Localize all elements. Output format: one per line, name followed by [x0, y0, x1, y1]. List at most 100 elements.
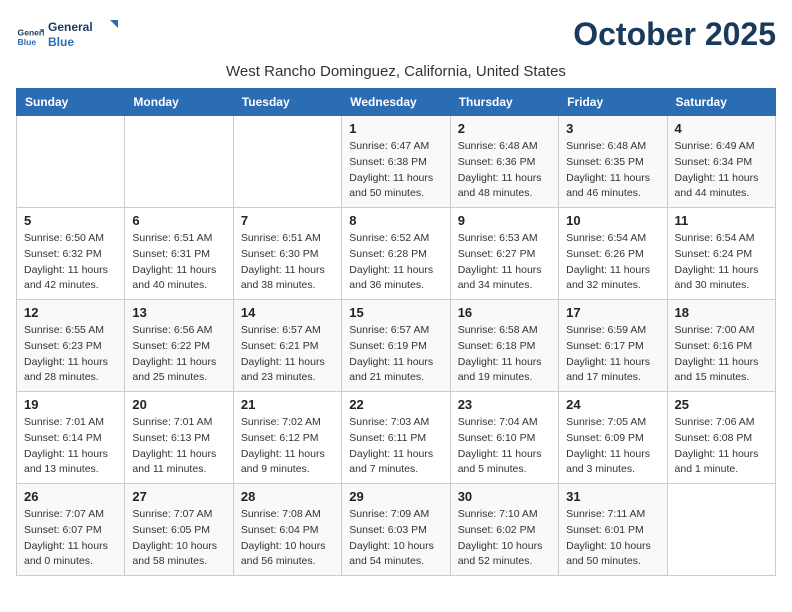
day-info: Sunrise: 7:04 AMSunset: 6:10 PMDaylight:…	[458, 415, 551, 478]
day-info: Sunrise: 7:03 AMSunset: 6:11 PMDaylight:…	[349, 415, 442, 478]
header-sunday: Sunday	[17, 89, 125, 116]
day-number: 18	[675, 305, 768, 320]
day-number: 24	[566, 397, 659, 412]
day-info: Sunrise: 7:01 AMSunset: 6:14 PMDaylight:…	[24, 415, 117, 478]
day-info: Sunrise: 6:48 AMSunset: 6:35 PMDaylight:…	[566, 139, 659, 202]
calendar-cell	[17, 116, 125, 208]
day-info: Sunrise: 6:58 AMSunset: 6:18 PMDaylight:…	[458, 323, 551, 386]
header-thursday: Thursday	[450, 89, 558, 116]
day-number: 6	[132, 213, 225, 228]
day-number: 11	[675, 213, 768, 228]
calendar-week-3: 12 Sunrise: 6:55 AMSunset: 6:23 PMDayligh…	[17, 300, 776, 392]
day-info: Sunrise: 6:57 AMSunset: 6:19 PMDaylight:…	[349, 323, 442, 386]
day-info: Sunrise: 7:01 AMSunset: 6:13 PMDaylight:…	[132, 415, 225, 478]
calendar-cell: 7Sunrise: 6:51 AMSunset: 6:30 PMDaylight…	[233, 208, 341, 300]
calendar-week-1: 1Sunrise: 6:47 AMSunset: 6:38 PMDaylight…	[17, 116, 776, 208]
calendar-cell: 9 Sunrise: 6:53 AMSunset: 6:27 PMDaylight…	[450, 208, 558, 300]
header-row: Sunday Monday Tuesday Wednesday Thursday…	[17, 89, 776, 116]
calendar-cell: 16Sunrise: 6:58 AMSunset: 6:18 PMDayligh…	[450, 300, 558, 392]
calendar-cell: 6 Sunrise: 6:51 AMSunset: 6:31 PMDaylight…	[125, 208, 233, 300]
day-info: Sunrise: 7:08 AMSunset: 6:04 PMDaylight:…	[241, 507, 334, 570]
day-info: Sunrise: 7:06 AMSunset: 6:08 PMDaylight:…	[675, 415, 768, 478]
day-info: Sunrise: 6:53 AMSunset: 6:27 PMDaylight:…	[458, 231, 551, 294]
header-tuesday: Tuesday	[233, 89, 341, 116]
day-number: 28	[241, 489, 334, 504]
calendar-table: Sunday Monday Tuesday Wednesday Thursday…	[16, 88, 776, 576]
calendar-cell: 21 Sunrise: 7:02 AMSunset: 6:12 PMDayligh…	[233, 392, 341, 484]
calendar-cell: 12 Sunrise: 6:55 AMSunset: 6:23 PMDayligh…	[17, 300, 125, 392]
calendar-cell: 2 Sunrise: 6:48 AMSunset: 6:36 PMDaylight…	[450, 116, 558, 208]
calendar-cell: 26 Sunrise: 7:07 AMSunset: 6:07 PMDayligh…	[17, 484, 125, 576]
header-monday: Monday	[125, 89, 233, 116]
subtitle: West Rancho Dominguez, California, Unite…	[16, 63, 776, 80]
day-info: Sunrise: 7:02 AMSunset: 6:12 PMDaylight:…	[241, 415, 334, 478]
day-info: Sunrise: 6:59 AMSunset: 6:17 PMDaylight:…	[566, 323, 659, 386]
calendar-cell: 20 Sunrise: 7:01 AMSunset: 6:13 PMDayligh…	[125, 392, 233, 484]
day-number: 14	[241, 305, 334, 320]
day-info: Sunrise: 6:54 AMSunset: 6:26 PMDaylight:…	[566, 231, 659, 294]
calendar-cell: 28 Sunrise: 7:08 AMSunset: 6:04 PMDayligh…	[233, 484, 341, 576]
day-info: Sunrise: 6:47 AMSunset: 6:38 PMDaylight:…	[349, 139, 442, 202]
day-info: Sunrise: 6:48 AMSunset: 6:36 PMDaylight:…	[458, 139, 551, 202]
calendar-cell	[125, 116, 233, 208]
calendar-cell: 29 Sunrise: 7:09 AMSunset: 6:03 PMDayligh…	[342, 484, 450, 576]
day-info: Sunrise: 6:55 AMSunset: 6:23 PMDaylight:…	[24, 323, 117, 386]
day-info: Sunrise: 7:05 AMSunset: 6:09 PMDaylight:…	[566, 415, 659, 478]
day-number: 12	[24, 305, 117, 320]
calendar-week-4: 19Sunrise: 7:01 AMSunset: 6:14 PMDayligh…	[17, 392, 776, 484]
header-saturday: Saturday	[667, 89, 775, 116]
day-number: 20	[132, 397, 225, 412]
logo-svg: General Blue	[48, 16, 118, 52]
month-title: October 2025	[573, 16, 776, 53]
day-number: 8	[349, 213, 442, 228]
day-number: 26	[24, 489, 117, 504]
svg-text:General: General	[18, 27, 44, 37]
day-info: Sunrise: 6:56 AMSunset: 6:22 PMDaylight:…	[132, 323, 225, 386]
day-info: Sunrise: 6:54 AMSunset: 6:24 PMDaylight:…	[675, 231, 768, 294]
day-number: 30	[458, 489, 551, 504]
header-friday: Friday	[559, 89, 667, 116]
day-number: 13	[132, 305, 225, 320]
logo: General Blue General Blue	[16, 16, 118, 57]
day-number: 15	[349, 305, 442, 320]
day-number: 27	[132, 489, 225, 504]
day-number: 2	[458, 121, 551, 136]
calendar-cell: 19Sunrise: 7:01 AMSunset: 6:14 PMDayligh…	[17, 392, 125, 484]
calendar-cell: 27 Sunrise: 7:07 AMSunset: 6:05 PMDayligh…	[125, 484, 233, 576]
logo-icon: General Blue	[16, 23, 44, 51]
calendar-cell: 24 Sunrise: 7:05 AMSunset: 6:09 PMDayligh…	[559, 392, 667, 484]
day-number: 21	[241, 397, 334, 412]
logo-blue-text: Blue	[48, 35, 74, 49]
calendar-cell: 3 Sunrise: 6:48 AMSunset: 6:35 PMDaylight…	[559, 116, 667, 208]
day-info: Sunrise: 7:09 AMSunset: 6:03 PMDaylight:…	[349, 507, 442, 570]
day-number: 22	[349, 397, 442, 412]
day-number: 29	[349, 489, 442, 504]
day-info: Sunrise: 7:10 AMSunset: 6:02 PMDaylight:…	[458, 507, 551, 570]
day-info: Sunrise: 7:07 AMSunset: 6:07 PMDaylight:…	[24, 507, 117, 570]
calendar-week-2: 5 Sunrise: 6:50 AMSunset: 6:32 PMDaylight…	[17, 208, 776, 300]
calendar-cell: 30 Sunrise: 7:10 AMSunset: 6:02 PMDayligh…	[450, 484, 558, 576]
calendar-cell: 5 Sunrise: 6:50 AMSunset: 6:32 PMDaylight…	[17, 208, 125, 300]
day-number: 17	[566, 305, 659, 320]
calendar-cell: 31Sunrise: 7:11 AMSunset: 6:01 PMDayligh…	[559, 484, 667, 576]
calendar-cell: 23 Sunrise: 7:04 AMSunset: 6:10 PMDayligh…	[450, 392, 558, 484]
day-number: 7	[241, 213, 334, 228]
day-number: 31	[566, 489, 659, 504]
day-number: 3	[566, 121, 659, 136]
calendar-cell: 22 Sunrise: 7:03 AMSunset: 6:11 PMDayligh…	[342, 392, 450, 484]
calendar-cell: 1Sunrise: 6:47 AMSunset: 6:38 PMDaylight…	[342, 116, 450, 208]
svg-text:Blue: Blue	[18, 36, 37, 46]
day-info: Sunrise: 6:51 AMSunset: 6:31 PMDaylight:…	[132, 231, 225, 294]
calendar-week-5: 26 Sunrise: 7:07 AMSunset: 6:07 PMDayligh…	[17, 484, 776, 576]
day-number: 25	[675, 397, 768, 412]
day-number: 23	[458, 397, 551, 412]
day-info: Sunrise: 7:07 AMSunset: 6:05 PMDaylight:…	[132, 507, 225, 570]
calendar-cell: 14Sunrise: 6:57 AMSunset: 6:21 PMDayligh…	[233, 300, 341, 392]
calendar-cell: 11 Sunrise: 6:54 AMSunset: 6:24 PMDayligh…	[667, 208, 775, 300]
day-number: 9	[458, 213, 551, 228]
logo-general-text: General	[48, 20, 93, 34]
header-wednesday: Wednesday	[342, 89, 450, 116]
day-number: 5	[24, 213, 117, 228]
day-info: Sunrise: 6:50 AMSunset: 6:32 PMDaylight:…	[24, 231, 117, 294]
day-info: Sunrise: 7:00 AMSunset: 6:16 PMDaylight:…	[675, 323, 768, 386]
